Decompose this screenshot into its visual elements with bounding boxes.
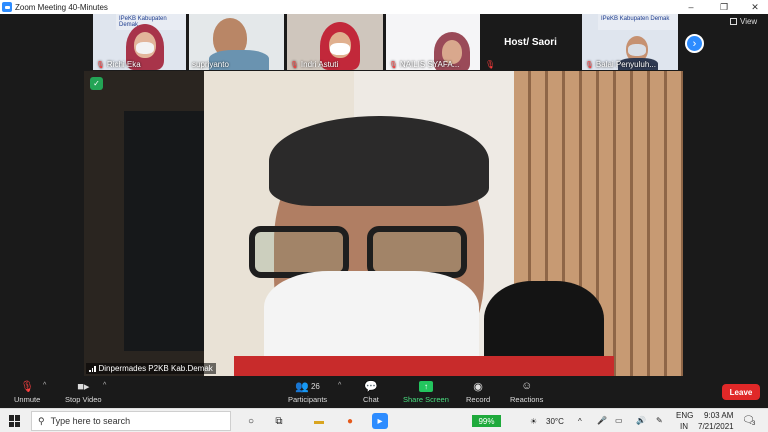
- grid-icon: [730, 18, 737, 25]
- record-circle-icon: ◉: [473, 380, 483, 393]
- chevron-up-icon[interactable]: ^: [578, 417, 582, 426]
- window-titlebar: Zoom Meeting 40-Minutes – ❐ ✕: [0, 0, 768, 14]
- chat-button[interactable]: 💬 Chat: [363, 379, 379, 405]
- participants-options-caret[interactable]: ^: [338, 382, 341, 389]
- language-top[interactable]: ENG: [676, 411, 693, 420]
- people-icon: 👥: [295, 380, 309, 393]
- video-options-caret[interactable]: ^: [103, 382, 106, 389]
- file-explorer-icon[interactable]: ▬: [311, 413, 327, 429]
- mic-muted-icon: 🎙: [585, 61, 594, 69]
- windows-taskbar: ⚲ Type here to search ○ ⧉ ▬ ● ▸ 99% ☀ 30…: [0, 408, 768, 432]
- weather-icon[interactable]: ☀: [530, 417, 537, 426]
- search-icon: ⚲: [38, 415, 45, 426]
- view-button[interactable]: View: [730, 17, 757, 26]
- zoom-screen: Zoom Meeting 40-Minutes – ❐ ✕ IPeKB Kabu…: [0, 0, 768, 432]
- reactions-button[interactable]: ☺ Reactions: [510, 379, 543, 404]
- video-camera-icon: ■▸: [77, 380, 90, 393]
- participant-tile-richi[interactable]: IPeKB Kabupaten Demak 🎙 Richi Eka: [93, 14, 186, 70]
- audio-options-caret[interactable]: ^: [43, 382, 46, 389]
- firefox-icon[interactable]: ●: [342, 413, 358, 429]
- mic-muted-icon: 🎙: [389, 61, 398, 69]
- notification-count: 3: [752, 421, 756, 427]
- participant-name: Balai Penyuluh...: [595, 60, 656, 69]
- participant-tile-host[interactable]: Host/ Saori 🎙: [482, 14, 579, 70]
- microphone-icon[interactable]: 🎤: [597, 416, 607, 425]
- restore-button[interactable]: ❐: [713, 0, 735, 14]
- share-screen-button[interactable]: ↑ Share Screen: [403, 379, 449, 404]
- zoom-app-icon[interactable]: ▸: [372, 413, 388, 429]
- taskbar-search[interactable]: ⚲ Type here to search: [31, 411, 231, 431]
- meeting-area: IPeKB Kabupaten Demak 🎙 Richi Eka supriy…: [0, 14, 768, 376]
- participant-name: NAILIS SYAFA...: [399, 60, 460, 69]
- window-title: Zoom Meeting 40-Minutes: [15, 2, 108, 12]
- chat-bubble-icon: 💬: [364, 380, 378, 393]
- shield-icon[interactable]: ✓: [90, 77, 103, 90]
- mic-muted-icon: 🎙: [290, 61, 299, 69]
- view-label: View: [740, 17, 758, 26]
- mic-muted-icon: 🎙: [20, 380, 35, 393]
- task-view-icon[interactable]: ⧉: [271, 413, 287, 429]
- language-bottom[interactable]: IN: [680, 422, 688, 431]
- participant-name: Richi Eka: [106, 60, 141, 69]
- participant-name: Indri Astuti: [300, 60, 339, 69]
- record-button[interactable]: ◉ Record: [466, 379, 490, 405]
- windows-start-icon[interactable]: [9, 415, 21, 427]
- speaker-name: Dinpermades P2KB Kab.Demak: [98, 364, 213, 373]
- mic-muted-icon: 🎙: [485, 60, 496, 69]
- host-label: Host/ Saori: [504, 37, 557, 48]
- participants-button[interactable]: 👥 26 Participants: [288, 379, 327, 405]
- pen-icon[interactable]: ✎: [656, 416, 663, 425]
- participant-tile-indri[interactable]: 🎙 Indri Astuti: [287, 14, 383, 70]
- participant-tile-nailis[interactable]: 🎙 NAILIS SYAFA...: [386, 14, 480, 70]
- clock-time[interactable]: 9:03 AM: [704, 411, 733, 420]
- clock-date[interactable]: 7/21/2021: [698, 422, 734, 431]
- battery-icon[interactable]: ▭: [615, 416, 623, 425]
- next-page-button[interactable]: ›: [685, 34, 704, 53]
- tile-banner: IPeKB Kabupaten Demak: [598, 14, 678, 30]
- signal-icon: [89, 365, 96, 372]
- battery-indicator[interactable]: 99%: [472, 415, 501, 427]
- minimize-button[interactable]: –: [680, 0, 702, 14]
- zoom-logo-icon: [2, 2, 12, 12]
- cortana-icon[interactable]: ○: [243, 413, 259, 429]
- smiley-plus-icon: ☺: [521, 380, 533, 392]
- mic-muted-icon: 🎙: [96, 61, 105, 69]
- stop-video-button[interactable]: ■▸ Stop Video: [65, 379, 102, 405]
- participants-count: 26: [310, 381, 320, 391]
- close-button[interactable]: ✕: [744, 0, 766, 14]
- participant-tile-supriyanto[interactable]: supriyanto: [189, 14, 284, 70]
- participant-tile-balai[interactable]: IPeKB Kabupaten Demak 🎙 Balai Penyuluh..…: [582, 14, 678, 70]
- temperature[interactable]: 30°C: [546, 417, 564, 426]
- leave-button[interactable]: Leave: [722, 384, 760, 400]
- meeting-controls: 🎙 Unmute ^ ■▸ Stop Video ^ 👥 26 Particip…: [0, 376, 768, 408]
- volume-icon[interactable]: 🔊: [636, 416, 646, 425]
- search-placeholder: Type here to search: [50, 416, 131, 426]
- participant-name: supriyanto: [192, 60, 229, 69]
- active-speaker-video[interactable]: ✓ Dinpermades P2KB Kab.Demak: [84, 71, 683, 376]
- unmute-button[interactable]: 🎙 Unmute: [14, 379, 40, 405]
- share-arrow-icon: ↑: [418, 380, 433, 392]
